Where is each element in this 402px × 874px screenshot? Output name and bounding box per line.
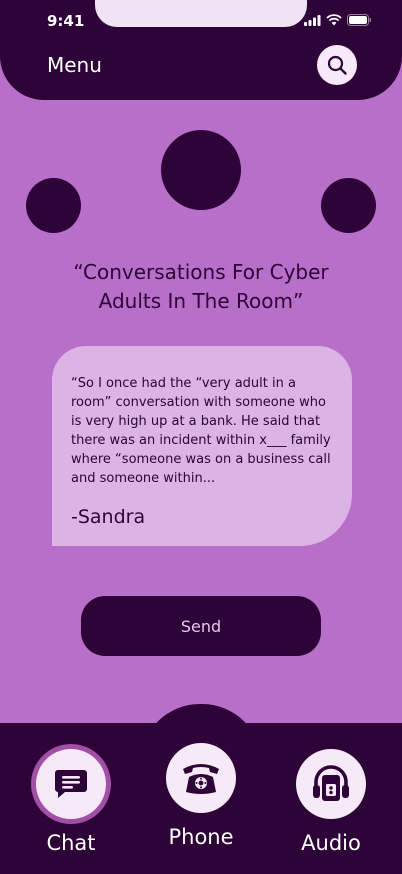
tab-chat-circle [36, 749, 106, 819]
send-button[interactable]: Send [81, 596, 321, 656]
audio-player-icon [313, 765, 349, 801]
status-time: 9:41 [47, 12, 85, 30]
decorative-dot-center [161, 130, 241, 210]
battery-icon [347, 14, 371, 26]
tab-chat-label: Chat [46, 831, 96, 855]
tab-audio-circle [296, 749, 366, 819]
message-author: -Sandra [71, 506, 146, 528]
tab-phone[interactable]: Phone [146, 743, 256, 849]
signal-icon [304, 14, 321, 26]
decorative-dot-left [26, 178, 81, 233]
tab-audio-label: Audio [301, 831, 361, 855]
tab-chat[interactable]: Chat [16, 749, 126, 855]
tab-phone-circle [166, 743, 236, 813]
quote-title: “Conversations For Cyber Adults In The R… [73, 260, 329, 313]
telephone-icon [183, 764, 219, 794]
device-notch [95, 0, 307, 27]
status-icons [304, 14, 372, 26]
decorative-dot-right [321, 178, 376, 233]
search-button[interactable] [317, 45, 357, 85]
top-bar: 9:41 Menu [0, 0, 402, 100]
wifi-icon [326, 14, 342, 26]
menu-title[interactable]: Menu [47, 53, 102, 77]
tab-bar: Chat Phone Audio [0, 723, 402, 874]
message-text: “So I once had the “very adult in a room… [71, 376, 331, 486]
tab-audio[interactable]: Audio [276, 749, 386, 855]
chat-icon [55, 770, 87, 798]
search-icon [327, 55, 347, 75]
tab-phone-label: Phone [168, 825, 234, 849]
message-card[interactable]: “So I once had the “very adult in a room… [52, 346, 352, 546]
